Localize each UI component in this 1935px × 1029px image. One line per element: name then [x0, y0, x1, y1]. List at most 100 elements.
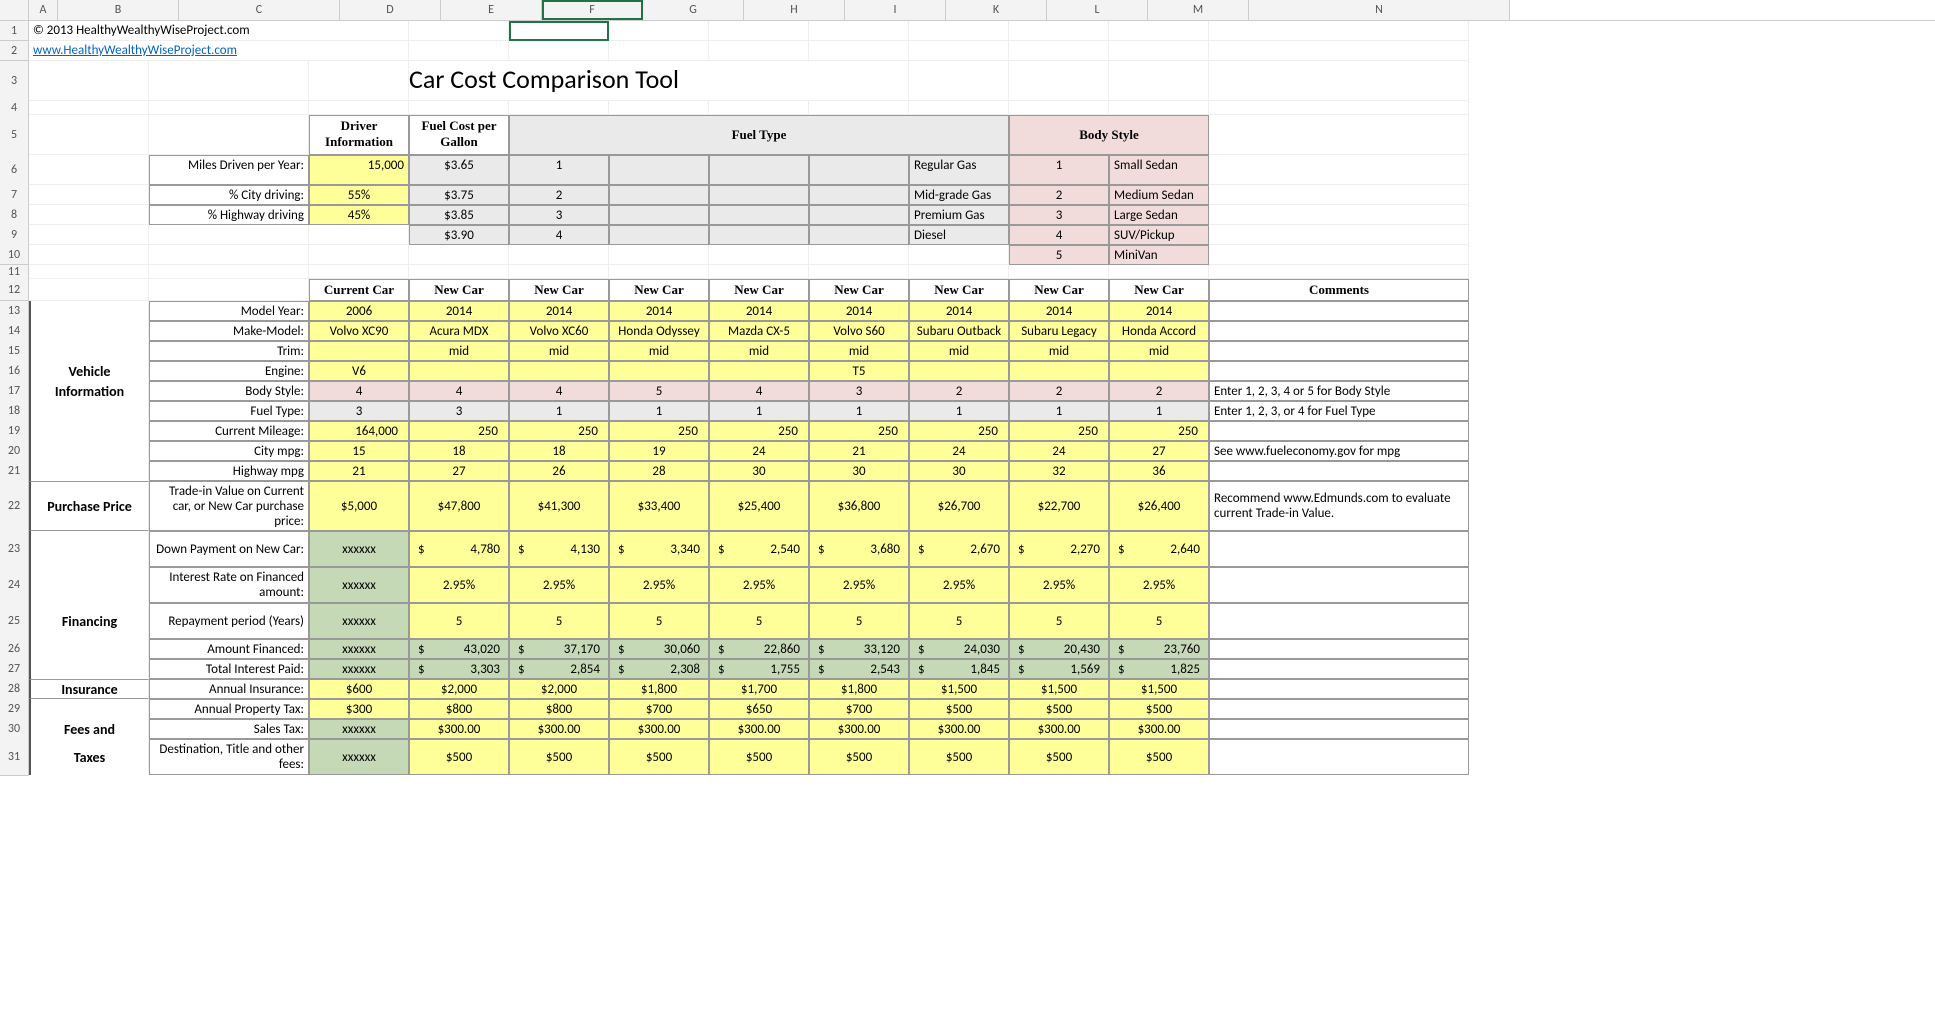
- data-cell[interactable]: 4: [709, 381, 809, 401]
- row-hdr-22[interactable]: 22: [0, 481, 29, 532]
- data-cell[interactable]: 27: [409, 461, 509, 481]
- data-cell[interactable]: $500: [1109, 739, 1209, 775]
- cell[interactable]: [309, 245, 409, 265]
- cell[interactable]: [1009, 265, 1109, 279]
- row-label[interactable]: Annual Property Tax:: [149, 699, 309, 719]
- cell[interactable]: [309, 61, 409, 101]
- data-cell[interactable]: $41,300: [509, 481, 609, 531]
- data-cell[interactable]: 27: [1109, 441, 1209, 461]
- section-label[interactable]: [29, 659, 149, 679]
- cell[interactable]: [149, 265, 309, 279]
- data-cell[interactable]: 250: [409, 421, 509, 441]
- cell[interactable]: [809, 41, 909, 61]
- data-cell[interactable]: $800: [409, 699, 509, 719]
- data-cell[interactable]: xxxxxx: [309, 719, 409, 739]
- row-label[interactable]: City mpg:: [149, 441, 309, 461]
- fuel-type-name[interactable]: Premium Gas: [909, 205, 1009, 225]
- fuel-type-name[interactable]: Mid-grade Gas: [909, 185, 1009, 205]
- data-cell[interactable]: $22,860: [709, 639, 809, 659]
- comment-cell[interactable]: [1209, 301, 1469, 321]
- data-cell[interactable]: xxxxxx: [309, 531, 409, 567]
- row-hdr-12[interactable]: 12: [0, 279, 29, 301]
- data-cell[interactable]: $300.00: [609, 719, 709, 739]
- row-hdr-9[interactable]: 9: [0, 225, 29, 246]
- car-col-hdr[interactable]: New Car: [809, 279, 909, 301]
- corner-cell[interactable]: [0, 0, 29, 20]
- car-col-hdr[interactable]: New Car: [1109, 279, 1209, 301]
- cell[interactable]: [709, 41, 809, 61]
- copyright-text[interactable]: © 2013 HealthyWealthyWiseProject.com: [29, 21, 409, 41]
- data-cell[interactable]: $36,800: [809, 481, 909, 531]
- data-cell[interactable]: $3,303: [409, 659, 509, 679]
- row-hdr-25[interactable]: 25: [0, 603, 29, 640]
- row-hdr-21[interactable]: 21: [0, 461, 29, 482]
- data-cell[interactable]: 2.95%: [1109, 567, 1209, 603]
- data-cell[interactable]: $3,340: [609, 531, 709, 567]
- data-cell[interactable]: $300.00: [1109, 719, 1209, 739]
- data-cell[interactable]: mid: [709, 341, 809, 361]
- cell[interactable]: [809, 101, 909, 115]
- cell[interactable]: [709, 225, 809, 245]
- cell[interactable]: [149, 245, 309, 265]
- col-hdr-F[interactable]: F: [542, 0, 643, 20]
- cell[interactable]: [709, 265, 809, 279]
- data-cell[interactable]: 3: [409, 401, 509, 421]
- cell[interactable]: [509, 245, 609, 265]
- data-cell[interactable]: $23,760: [1109, 639, 1209, 659]
- data-cell[interactable]: $1,500: [1109, 679, 1209, 699]
- comment-cell[interactable]: [1209, 739, 1469, 775]
- row-label[interactable]: Engine:: [149, 361, 309, 381]
- comment-cell[interactable]: [1209, 421, 1469, 441]
- data-cell[interactable]: $2,540: [709, 531, 809, 567]
- cell[interactable]: [1109, 21, 1209, 41]
- data-cell[interactable]: $650: [709, 699, 809, 719]
- cell[interactable]: [1209, 21, 1469, 41]
- data-cell[interactable]: xxxxxx: [309, 659, 409, 679]
- data-cell[interactable]: $4,780: [409, 531, 509, 567]
- car-col-hdr[interactable]: New Car: [409, 279, 509, 301]
- row-label[interactable]: Trim:: [149, 341, 309, 361]
- col-hdr-B[interactable]: B: [58, 0, 179, 20]
- data-cell[interactable]: $800: [509, 699, 609, 719]
- data-cell[interactable]: 5: [1009, 603, 1109, 639]
- data-cell[interactable]: $22,700: [1009, 481, 1109, 531]
- project-link[interactable]: www.HealthyWealthyWiseProject.com: [29, 41, 409, 61]
- data-cell[interactable]: 24: [1009, 441, 1109, 461]
- data-cell[interactable]: [509, 361, 609, 381]
- data-cell[interactable]: 21: [309, 461, 409, 481]
- section-label[interactable]: [29, 531, 149, 567]
- data-cell[interactable]: $5,000: [309, 481, 409, 531]
- data-cell[interactable]: $1,845: [909, 659, 1009, 679]
- data-cell[interactable]: [609, 361, 709, 381]
- car-col-hdr[interactable]: New Car: [1009, 279, 1109, 301]
- data-cell[interactable]: $33,400: [609, 481, 709, 531]
- cell[interactable]: [149, 279, 309, 301]
- driver-info-hdr[interactable]: Driver Information: [309, 115, 409, 155]
- body-idx[interactable]: 5: [1009, 245, 1109, 265]
- data-cell[interactable]: $2,308: [609, 659, 709, 679]
- cell[interactable]: [1209, 115, 1469, 155]
- cell[interactable]: [509, 265, 609, 279]
- fuel-cost-value[interactable]: $3.75: [409, 185, 509, 205]
- data-cell[interactable]: $500: [609, 739, 709, 775]
- data-cell[interactable]: Acura MDX: [409, 321, 509, 341]
- cell[interactable]: [909, 61, 1009, 101]
- data-cell[interactable]: 3: [809, 381, 909, 401]
- section-label[interactable]: [29, 441, 149, 461]
- data-cell[interactable]: 18: [409, 441, 509, 461]
- cell[interactable]: [29, 265, 149, 279]
- data-cell[interactable]: 1: [909, 401, 1009, 421]
- data-cell[interactable]: 24: [709, 441, 809, 461]
- data-cell[interactable]: $500: [709, 739, 809, 775]
- data-cell[interactable]: $37,170: [509, 639, 609, 659]
- col-hdr-E[interactable]: E: [441, 0, 542, 20]
- section-label[interactable]: [29, 321, 149, 341]
- data-cell[interactable]: 4: [509, 381, 609, 401]
- row-label[interactable]: Current Mileage:: [149, 421, 309, 441]
- cell[interactable]: [149, 101, 309, 115]
- data-cell[interactable]: 2.95%: [409, 567, 509, 603]
- row-hdr-15[interactable]: 15: [0, 341, 29, 362]
- cell[interactable]: [909, 21, 1009, 41]
- data-cell[interactable]: 4: [409, 381, 509, 401]
- row-hdr-16[interactable]: 16: [0, 361, 29, 382]
